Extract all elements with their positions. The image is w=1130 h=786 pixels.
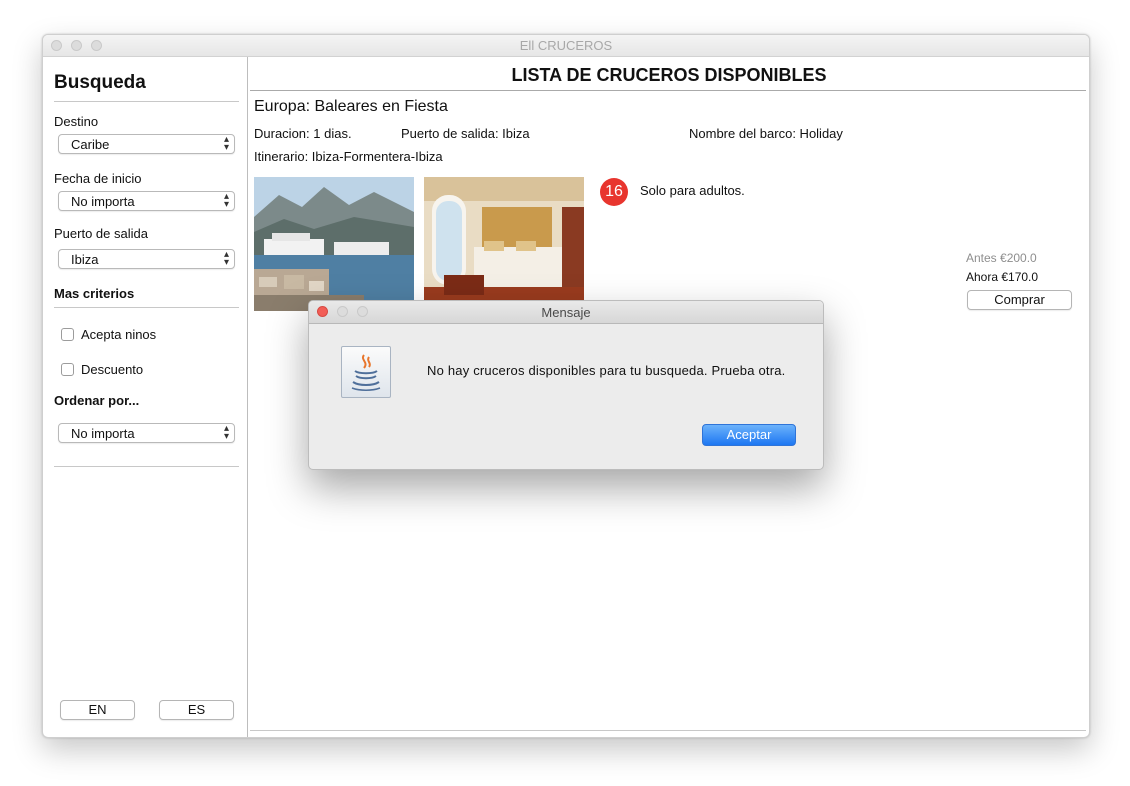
price-before: Antes €200.0 bbox=[966, 251, 1037, 265]
dialog-title: Mensaje bbox=[541, 305, 591, 320]
accept-button[interactable]: Aceptar bbox=[702, 424, 796, 446]
cruise-ship-name: Nombre del barco: Holiday bbox=[689, 126, 843, 141]
cruise-name: Europa: Baleares en Fiesta bbox=[254, 98, 448, 115]
divider bbox=[250, 730, 1086, 731]
destino-select[interactable]: Caribe ▴ ▾ bbox=[58, 134, 235, 154]
descuento-checkbox[interactable] bbox=[61, 363, 74, 376]
fecha-select[interactable]: No importa ▴ ▾ bbox=[58, 191, 235, 211]
message-dialog: Mensaje No hay cruceros disponibles para… bbox=[308, 300, 824, 470]
ordenar-label: Ordenar por... bbox=[54, 393, 140, 408]
acepta-ninos-label: Acepta ninos bbox=[81, 327, 157, 342]
divider bbox=[54, 466, 239, 467]
search-sidebar: Busqueda Destino Caribe ▴ ▾ Fecha de inic… bbox=[43, 57, 247, 737]
age-restriction-badge: 16 bbox=[600, 178, 628, 206]
fecha-value: No importa bbox=[71, 194, 135, 209]
updown-chevron-icon: ▴ ▾ bbox=[223, 249, 229, 268]
ordenar-value: No importa bbox=[71, 426, 135, 441]
updown-chevron-icon: ▴ ▾ bbox=[223, 191, 229, 210]
sidebar-title: Busqueda bbox=[54, 72, 146, 93]
java-icon bbox=[341, 346, 391, 398]
divider bbox=[54, 307, 239, 308]
cruise-itinerary: Itinerario: Ibiza-Formentera-Ibiza bbox=[254, 149, 443, 164]
price-now: Ahora €170.0 bbox=[966, 270, 1039, 284]
cruise-departure-port: Puerto de salida: Ibiza bbox=[401, 126, 530, 141]
divider bbox=[54, 101, 239, 102]
destino-value: Caribe bbox=[71, 137, 110, 152]
page-title: LISTA DE CRUCEROS DISPONIBLES bbox=[511, 65, 827, 85]
puerto-select[interactable]: Ibiza ▴ ▾ bbox=[58, 249, 235, 269]
ordenar-select[interactable]: No importa ▴ ▾ bbox=[58, 423, 235, 443]
updown-chevron-icon: ▴ ▾ bbox=[223, 423, 229, 442]
title-bar: Ell CRUCEROS bbox=[43, 35, 1089, 57]
acepta-ninos-checkbox[interactable] bbox=[61, 328, 74, 341]
puerto-label: Puerto de salida bbox=[54, 226, 148, 241]
lang-en-button[interactable]: EN bbox=[60, 700, 135, 720]
dialog-title-bar: Mensaje bbox=[309, 301, 823, 324]
buy-button[interactable]: Comprar bbox=[967, 290, 1072, 310]
descuento-label: Descuento bbox=[81, 362, 144, 377]
mas-criterios-heading: Mas criterios bbox=[54, 286, 135, 301]
cruise-port-photo bbox=[254, 177, 414, 311]
puerto-value: Ibiza bbox=[71, 252, 99, 267]
dialog-message: No hay cruceros disponibles para tu busq… bbox=[427, 363, 786, 378]
lang-es-button[interactable]: ES bbox=[159, 700, 234, 720]
destino-label: Destino bbox=[54, 114, 99, 129]
updown-chevron-icon: ▴ ▾ bbox=[223, 134, 229, 153]
divider bbox=[250, 90, 1086, 91]
adults-only-note: Solo para adultos. bbox=[640, 183, 745, 198]
cruise-cabin-photo bbox=[424, 177, 584, 311]
window-title: Ell CRUCEROS bbox=[519, 38, 613, 53]
fecha-label: Fecha de inicio bbox=[54, 171, 142, 186]
cruise-duration: Duracion: 1 dias. bbox=[254, 126, 352, 141]
